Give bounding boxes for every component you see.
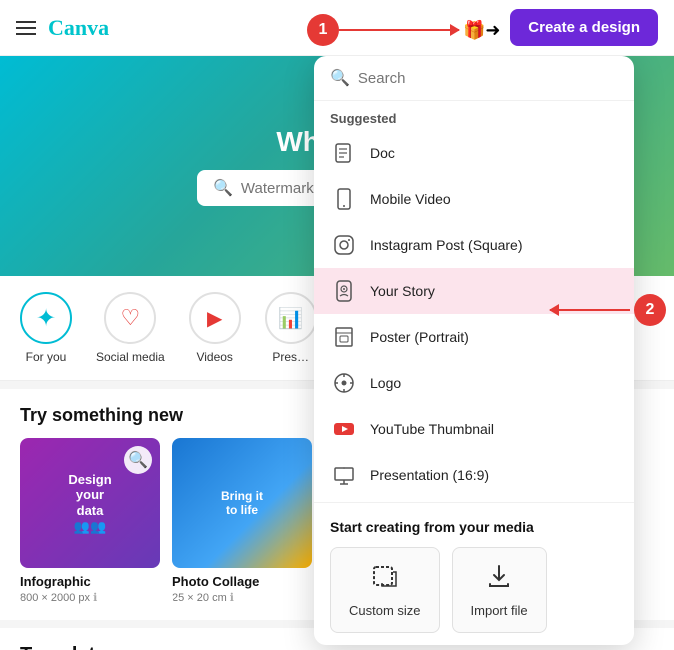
category-icon-presentations: 📊 [265,292,317,344]
dropdown-media-title: Start creating from your media [330,519,618,535]
category-icon-videos: ▶ [189,292,241,344]
dropdown-presentation-label: Presentation (16:9) [370,467,489,483]
card-search-icon[interactable]: 🔍 [124,446,152,474]
category-icon-social-media: ♡ [104,292,156,344]
dropdown-search-area[interactable]: 🔍 [314,56,634,101]
category-label-for-you: For you [26,350,67,364]
canva-logo: Canva [48,15,109,41]
step2-indicator: 2 [550,294,666,326]
category-icon-for-you: ✦ [20,292,72,344]
step1-arrow [339,29,459,31]
import-file-button[interactable]: Import file [452,547,547,633]
dropdown-item-youtube[interactable]: YouTube Thumbnail [314,406,634,452]
youtube-icon [330,415,358,443]
dropdown-item-presentation[interactable]: Presentation (16:9) [314,452,634,498]
card-infographic-sub: 800 × 2000 px ℹ [20,591,160,604]
category-videos[interactable]: ▶ Videos [189,292,241,364]
step2-arrow-line [550,309,630,311]
custom-size-icon [371,562,399,597]
import-file-label: Import file [471,603,528,618]
category-social-media[interactable]: ♡ Social media [96,292,165,364]
dropdown-search-input[interactable] [358,70,618,87]
presentation-icon [330,461,358,489]
dropdown-logo-label: Logo [370,375,401,391]
dropdown-item-doc[interactable]: Doc [314,130,634,176]
custom-size-button[interactable]: Custom size [330,547,440,633]
dropdown-item-mobile-video[interactable]: Mobile Video [314,176,634,222]
dropdown-search-icon: 🔍 [330,68,350,88]
category-label-social-media: Social media [96,350,165,364]
dropdown-item-instagram[interactable]: Instagram Post (Square) [314,222,634,268]
dropdown-media-buttons: Custom size Import file [330,547,618,633]
import-file-icon [485,562,513,597]
card-infographic-bg: 🔍 Designyourdata👥👥 [20,438,160,568]
dropdown-doc-label: Doc [370,145,395,161]
dropdown-instagram-label: Instagram Post (Square) [370,237,523,253]
hamburger-menu[interactable] [16,21,36,35]
logo-icon [330,369,358,397]
card-photo-sub: 25 × 20 cm ℹ [172,591,312,604]
card-photo-collage[interactable]: Bring itto life Photo Collage 25 × 20 cm… [172,438,312,604]
category-label-videos: Videos [196,350,232,364]
step2-circle: 2 [634,294,666,326]
header-left: Canva [16,15,109,41]
dropdown-divider [314,502,634,503]
dropdown-media-section: Start creating from your media Custom si… [314,507,634,645]
step1-indicator: 1 🎁➜ [307,14,501,46]
main-content: What will 🔍 ✦ For you ♡ Social media ▶ V… [0,56,674,650]
header: Canva 1 🎁➜ Create a design [0,0,674,56]
category-for-you[interactable]: ✦ For you [20,292,72,364]
dropdown-item-logo[interactable]: Logo [314,360,634,406]
dropdown-youtube-label: YouTube Thumbnail [370,421,494,437]
dropdown-your-story-label: Your Story [370,283,435,299]
step1-circle: 1 [307,14,339,46]
category-label-presentations: Pres… [272,350,309,364]
mobile-video-icon [330,185,358,213]
info-icon[interactable]: ℹ [93,592,97,604]
create-design-button[interactable]: Create a design [510,9,658,46]
photo-card-text: Bring itto life [221,489,263,517]
card-photo-bg: Bring itto life [172,438,312,568]
card-infographic-title: Infographic [20,574,160,589]
gift-icon-area: 🎁➜ [463,20,501,41]
your-story-icon [330,277,358,305]
instagram-icon [330,231,358,259]
dropdown-mobile-video-label: Mobile Video [370,191,451,207]
poster-icon [330,323,358,351]
card-photo-title: Photo Collage [172,574,312,589]
card-infographic[interactable]: 🔍 Designyourdata👥👥 Infographic 800 × 200… [20,438,160,604]
dropdown-suggested-label: Suggested [314,101,634,130]
info-icon-2[interactable]: ℹ [230,592,234,604]
infographic-card-text: Designyourdata👥👥 [68,472,111,534]
custom-size-label: Custom size [349,603,421,618]
category-presentations[interactable]: 📊 Pres… [265,292,317,364]
doc-icon [330,139,358,167]
dropdown-poster-label: Poster (Portrait) [370,329,469,345]
search-icon: 🔍 [213,178,233,198]
create-design-dropdown: 🔍 Suggested Doc [314,56,634,645]
